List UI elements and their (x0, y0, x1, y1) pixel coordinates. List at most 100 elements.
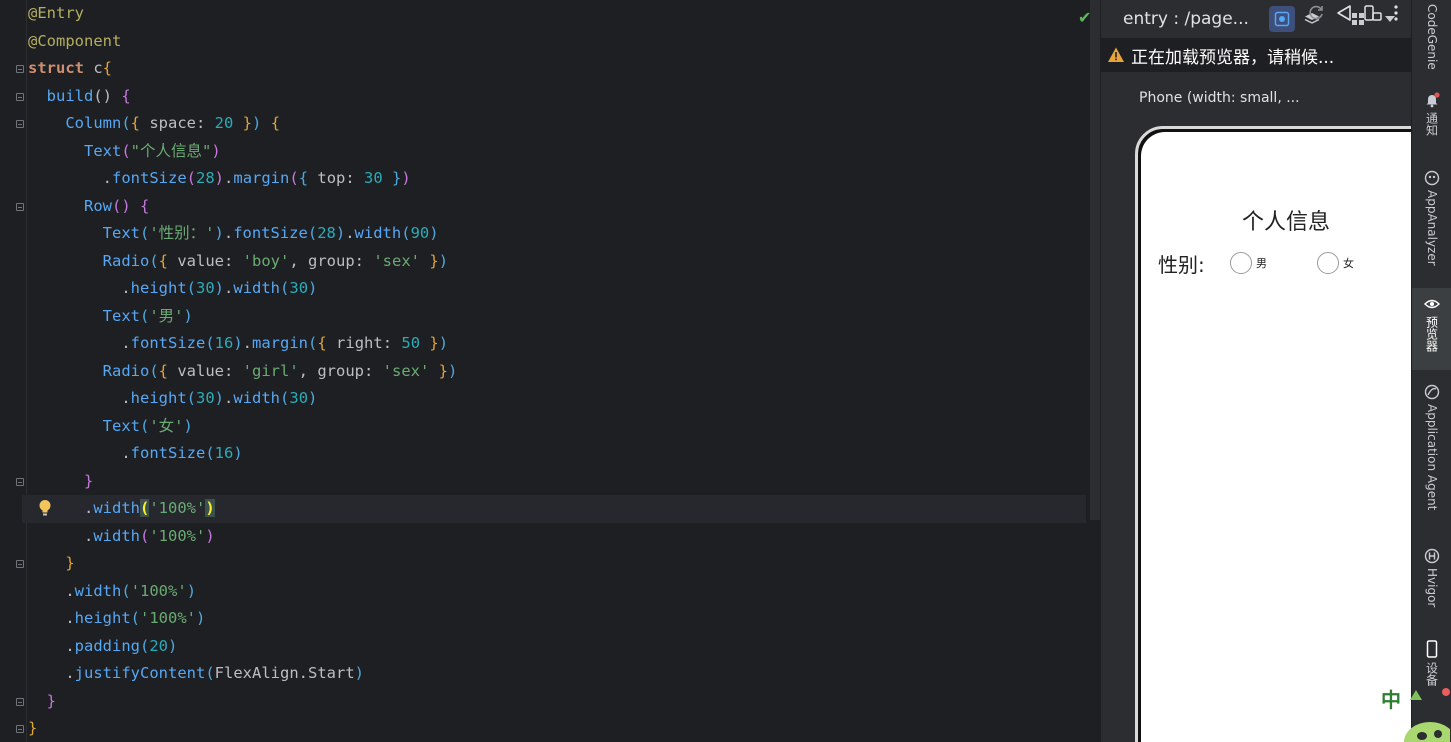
fold-marker[interactable] (16, 477, 24, 486)
fold-marker[interactable] (16, 120, 24, 128)
fold-marker[interactable] (16, 560, 24, 568)
code-line[interactable]: @Entry (28, 0, 1086, 28)
code-token: 30 (196, 279, 215, 297)
back-icon[interactable] (1335, 4, 1353, 22)
code-token: } (382, 169, 402, 187)
code-token: ) (448, 361, 458, 380)
fold-marker[interactable] (16, 725, 24, 733)
code-token: ) (211, 141, 221, 160)
code-token: 90 (410, 224, 430, 242)
code-line[interactable]: .justifyContent(FlexAlign.Start) (28, 660, 1086, 688)
code-line[interactable]: .fontSize(28).margin({ top: 30 }) (28, 165, 1086, 193)
code-token: ( (140, 526, 150, 545)
code-token: { (102, 59, 113, 77)
code-token: { (158, 251, 178, 270)
code-line[interactable]: } (28, 688, 1086, 716)
code-token: Radio (102, 251, 150, 270)
code-token: '男' (149, 306, 184, 325)
editor-scrollbar[interactable] (1090, 0, 1100, 520)
device-selector[interactable]: Phone (width: small, ... (1139, 90, 1300, 106)
code-token: fontSize (233, 224, 308, 242)
code-token: build (46, 86, 94, 105)
fold-marker[interactable] (16, 697, 24, 706)
code-line[interactable]: build() { (28, 83, 1086, 111)
tool-tab-previewer[interactable]: 预览器 (1412, 288, 1451, 370)
code-token: . (28, 636, 75, 655)
tool-tab-hvigor[interactable]: Hvigor (1412, 548, 1451, 620)
code-token: ( (289, 169, 299, 187)
code-line[interactable]: } (28, 715, 1086, 742)
previewer-page-title[interactable]: entry : /page... (1123, 9, 1255, 29)
code-token: { (298, 169, 318, 187)
code-line[interactable]: .width('100%') (28, 578, 1086, 606)
code-token: } (429, 361, 449, 380)
code-token: fontSize (112, 169, 187, 187)
code-line[interactable]: Radio({ value: 'girl', group: 'sex' }) (28, 358, 1086, 386)
code-line[interactable]: Radio({ value: 'boy', group: 'sex' }) (28, 248, 1086, 276)
code-line[interactable]: struct c{ (28, 55, 1086, 83)
fold-marker[interactable] (16, 202, 24, 211)
intention-bulb-icon[interactable] (38, 499, 52, 517)
tool-tab-appanalyzer[interactable]: AppAnalyzer (1412, 170, 1451, 274)
code-token: { (261, 114, 281, 132)
code-token: ( (121, 114, 131, 132)
tool-tab-codegenie[interactable]: CodeGenie (1412, 0, 1451, 72)
code-line[interactable]: Column({ space: 20 }) { (28, 110, 1086, 138)
phone-screen[interactable]: 个人信息 性别: 男 女 (1141, 132, 1412, 742)
code-line[interactable]: Text('性别：').fontSize(28).width(90) (28, 220, 1086, 248)
rotate-device-icon[interactable] (1363, 4, 1383, 22)
code-token: ( (308, 334, 318, 352)
code-token: ) (233, 334, 243, 352)
tool-tab-label: 设备 (1424, 662, 1439, 686)
code-token: 30 (364, 169, 383, 187)
code-token: ) (168, 636, 178, 655)
code-line[interactable]: } (28, 550, 1086, 578)
code-line[interactable]: .width('100%') (28, 523, 1086, 551)
code-token: ) (335, 224, 346, 242)
inspector-button[interactable] (1269, 6, 1295, 32)
code-token: 30 (289, 389, 309, 407)
code-line[interactable]: .padding(20) (28, 633, 1086, 661)
code-line[interactable]: Text('女') (28, 413, 1086, 441)
code-line[interactable]: .fontSize(16) (28, 440, 1086, 468)
code-token: Text (102, 416, 140, 435)
ime-mode-label[interactable]: 中 (1381, 684, 1401, 713)
code-token: ( (186, 389, 196, 407)
tool-tab-notifications[interactable]: 通知 (1412, 92, 1451, 162)
code-token: ) (429, 224, 439, 242)
code-area[interactable]: @Entry @Component struct c{ build() { Colu… (22, 0, 1086, 742)
code-token: value: (177, 361, 243, 380)
code-token: ( (205, 664, 215, 682)
gender-row: 性别: 男 女 (1158, 248, 1354, 278)
code-token: . (242, 334, 253, 352)
tool-tab-application-agent[interactable]: Application Agent (1412, 384, 1451, 526)
code-token: ) (183, 416, 193, 435)
more-vertical-icon[interactable] (1393, 4, 1399, 22)
fold-marker[interactable] (16, 65, 24, 73)
code-token: width (233, 389, 281, 407)
radio-female[interactable] (1317, 252, 1339, 274)
code-line[interactable]: Text('男') (28, 303, 1086, 331)
refresh-icon[interactable] (1307, 4, 1325, 22)
code-token: Text (102, 224, 140, 242)
code-line[interactable]: Row() { (28, 193, 1086, 221)
code-line[interactable]: .height('100%') (28, 605, 1086, 633)
code-line[interactable]: } (28, 468, 1086, 496)
code-token: ) (308, 279, 318, 297)
code-line[interactable]: @Component (28, 28, 1086, 56)
code-line[interactable]: .width('100%') (22, 495, 1086, 523)
hvigor-icon (1424, 548, 1440, 564)
code-line[interactable]: Text("个人信息") (28, 138, 1086, 166)
code-editor[interactable]: @Entry @Component struct c{ build() { Colu… (0, 0, 1100, 742)
code-line[interactable]: .fontSize(16).margin({ right: 50 }) (28, 330, 1086, 358)
radio-male[interactable] (1230, 252, 1252, 274)
code-token: '女' (149, 416, 184, 435)
loading-message: 正在加载预览器，请稍候... (1131, 47, 1335, 68)
code-line[interactable]: .height(30).width(30) (28, 275, 1086, 303)
fold-marker[interactable] (16, 92, 24, 101)
code-line[interactable]: .height(30).width(30) (28, 385, 1086, 413)
